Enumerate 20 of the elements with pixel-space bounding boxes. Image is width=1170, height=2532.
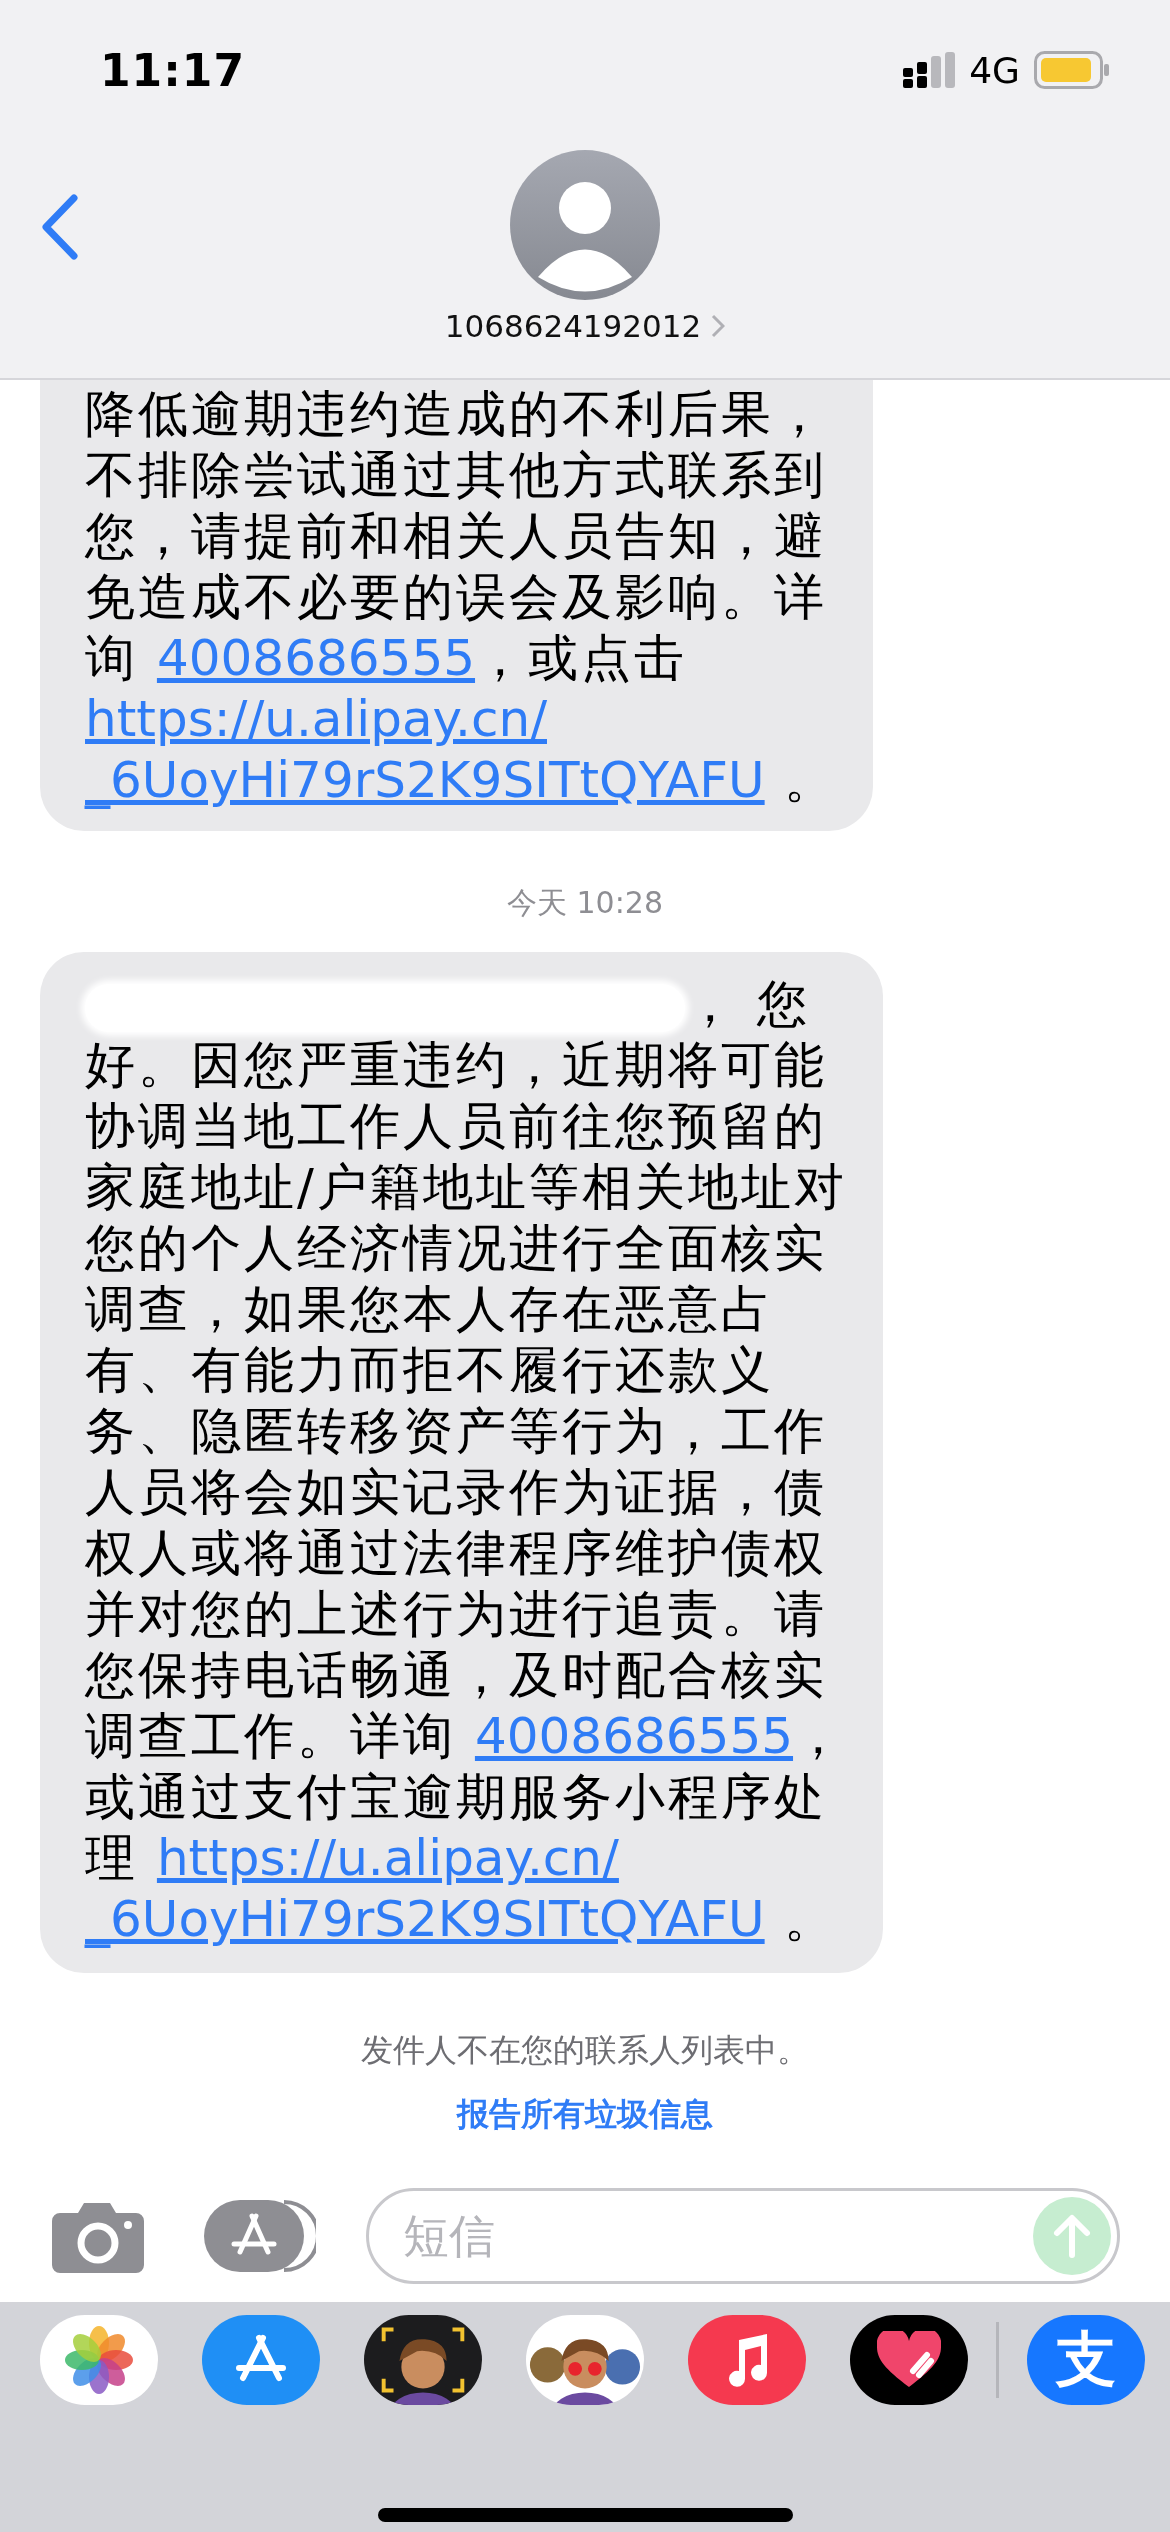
message-text: 降低逾期违约造成的不利后果， 不排除尝试通过其他方式联系到 您，请提前和相关人员告知，避 免造成不必要的误会及影响。详 询 4008686555，或点击 https://u.alipay.cn/ _6UoyHi79rS2K9SITtQYAFU 。 [85, 384, 837, 811]
message-link[interactable]: https://u.alipay.cn/ [156, 1829, 619, 1887]
message-link[interactable]: 4008686555 [474, 1707, 794, 1765]
network-label: 4G [969, 49, 1020, 91]
message-text: ， 您 好。因您严重违约，近期将可能 协调当地工作人员前往您预留的 家庭地址/户籍地址等相关地址对 您的个人经济情况进行全面核实 调查，如果您本人存在恶意占 有、有能力而拒不履行还款义 务、隐匿转移资产等行为，工作 人员将会如实记录作为证据，债 权人或将通过法律程序维护债权 并对您的上述行为进行追责。请 您保持电话畅通，及时配合核实 调查工作。详询 4008686555， 或通过支付宝逾期服务小程序处 理 https://u.alipay.cn/ _6UoyHi79rS2K9SITtQYAFU 。 [85, 974, 847, 1950]
apps-icon[interactable] [204, 2198, 316, 2274]
message-link[interactable]: 4008686555 [156, 629, 476, 687]
chevron-icon[interactable] [711, 314, 726, 338]
battery-icon [1034, 51, 1110, 89]
message-link[interactable]: _6UoyHi79rS2K9SITtQYAFU [85, 1890, 765, 1948]
report-junk-link[interactable]: 报告所有垃圾信息 [457, 2093, 713, 2137]
alipay-app-button[interactable]: 支 [1027, 2315, 1145, 2405]
message-link[interactable]: https://u.alipay.cn/ [85, 690, 547, 748]
status-time: 11:17 [100, 44, 246, 96]
signal-icon [903, 52, 956, 88]
message-timestamp: 今天 10:28 [507, 884, 663, 922]
unknown-sender-notice: 发件人不在您的联系人列表中。 [361, 2030, 809, 2071]
avatar-icon[interactable] [510, 150, 660, 300]
message-link[interactable]: _6UoyHi79rS2K9SITtQYAFU [85, 751, 765, 809]
contact-number[interactable]: 1068624192012 [444, 308, 726, 344]
